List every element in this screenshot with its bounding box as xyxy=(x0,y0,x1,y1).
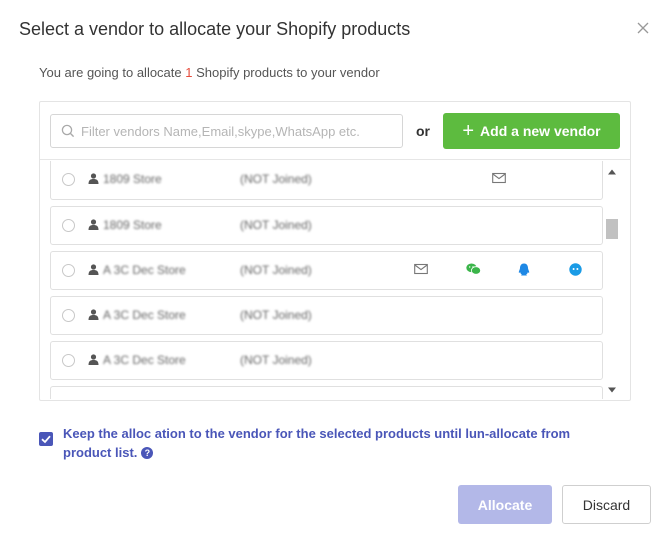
vendor-row[interactable]: A 3C Dec Store (NOT Joined) xyxy=(50,341,603,380)
email-icon[interactable] xyxy=(414,263,428,275)
close-icon[interactable] xyxy=(634,19,652,37)
keep-allocation-text: Keep the alloc ation to the vendor for t… xyxy=(63,424,603,462)
vendor-name: 1809 Store xyxy=(103,172,162,186)
vendor-search-box[interactable] xyxy=(50,114,403,148)
vendor-radio[interactable] xyxy=(62,264,75,277)
vendor-row[interactable]: 1809 Store (NOT Joined) xyxy=(50,161,603,200)
summary-suffix: Shopify products to your vendor xyxy=(192,65,380,80)
help-icon[interactable]: ? xyxy=(141,447,154,459)
vendor-radio[interactable] xyxy=(62,173,75,186)
keep-allocation-checkbox[interactable] xyxy=(39,432,53,446)
vendor-status: (NOT Joined) xyxy=(240,353,312,367)
vendor-panel: or + Add a new vendor 1809 Store (NOT Jo… xyxy=(39,101,631,401)
vendor-name: A 3C Dec Store xyxy=(103,353,186,367)
keep-allocation-label: Keep the alloc ation to the vendor for t… xyxy=(63,426,571,460)
dialog-title: Select a vendor to allocate your Shopify… xyxy=(19,19,411,39)
user-icon xyxy=(88,219,99,230)
scroll-down-icon[interactable] xyxy=(608,387,616,393)
vendor-status: (NOT Joined) xyxy=(240,172,312,186)
vendor-search-input[interactable] xyxy=(81,123,391,139)
scrollbar-thumb[interactable] xyxy=(606,219,618,239)
add-new-vendor-button[interactable]: + Add a new vendor xyxy=(443,113,620,149)
wechat-icon[interactable] xyxy=(466,263,481,275)
vendor-radio[interactable] xyxy=(62,219,75,232)
summary-prefix: You are going to allocate xyxy=(39,65,186,80)
qq-icon[interactable] xyxy=(518,263,530,276)
vendor-status: (NOT Joined) xyxy=(240,263,312,277)
vendor-row[interactable]: A 3C Dec Store (NOT Joined) xyxy=(50,251,603,290)
panel-divider xyxy=(40,159,630,160)
plus-icon: + xyxy=(462,120,475,142)
allocation-summary: You are going to allocate 1 Shopify prod… xyxy=(39,65,380,80)
vendor-row[interactable]: A 3C Dec Store (NOT Joined) xyxy=(50,296,603,335)
or-separator: or xyxy=(416,123,430,139)
vendor-radio[interactable] xyxy=(62,309,75,322)
vendor-status: (NOT Joined) xyxy=(240,218,312,232)
scroll-up-icon[interactable] xyxy=(608,169,616,175)
email-icon[interactable] xyxy=(492,172,506,184)
vendor-list-scrollbar[interactable] xyxy=(605,161,619,399)
vendor-status: (NOT Joined) xyxy=(240,308,312,322)
user-icon xyxy=(88,264,99,275)
user-icon xyxy=(88,173,99,184)
vendor-row[interactable] xyxy=(50,386,603,399)
discard-button[interactable]: Discard xyxy=(562,485,651,524)
allocate-vendor-dialog: Select a vendor to allocate your Shopify… xyxy=(0,0,670,540)
vendor-name: A 3C Dec Store xyxy=(103,308,186,322)
search-icon xyxy=(61,124,75,138)
vendor-list[interactable]: 1809 Store (NOT Joined) 1809 Store (NOT … xyxy=(50,161,603,399)
allocate-button[interactable]: Allocate xyxy=(458,485,552,524)
skype-icon[interactable] xyxy=(569,263,582,276)
vendor-name: 1809 Store xyxy=(103,218,162,232)
vendor-row[interactable]: 1809 Store (NOT Joined) xyxy=(50,206,603,245)
add-new-vendor-label: Add a new vendor xyxy=(480,123,601,139)
user-icon xyxy=(88,354,99,365)
checkmark-icon xyxy=(41,435,51,444)
user-icon xyxy=(88,309,99,320)
vendor-radio[interactable] xyxy=(62,354,75,367)
vendor-name: A 3C Dec Store xyxy=(103,263,186,277)
